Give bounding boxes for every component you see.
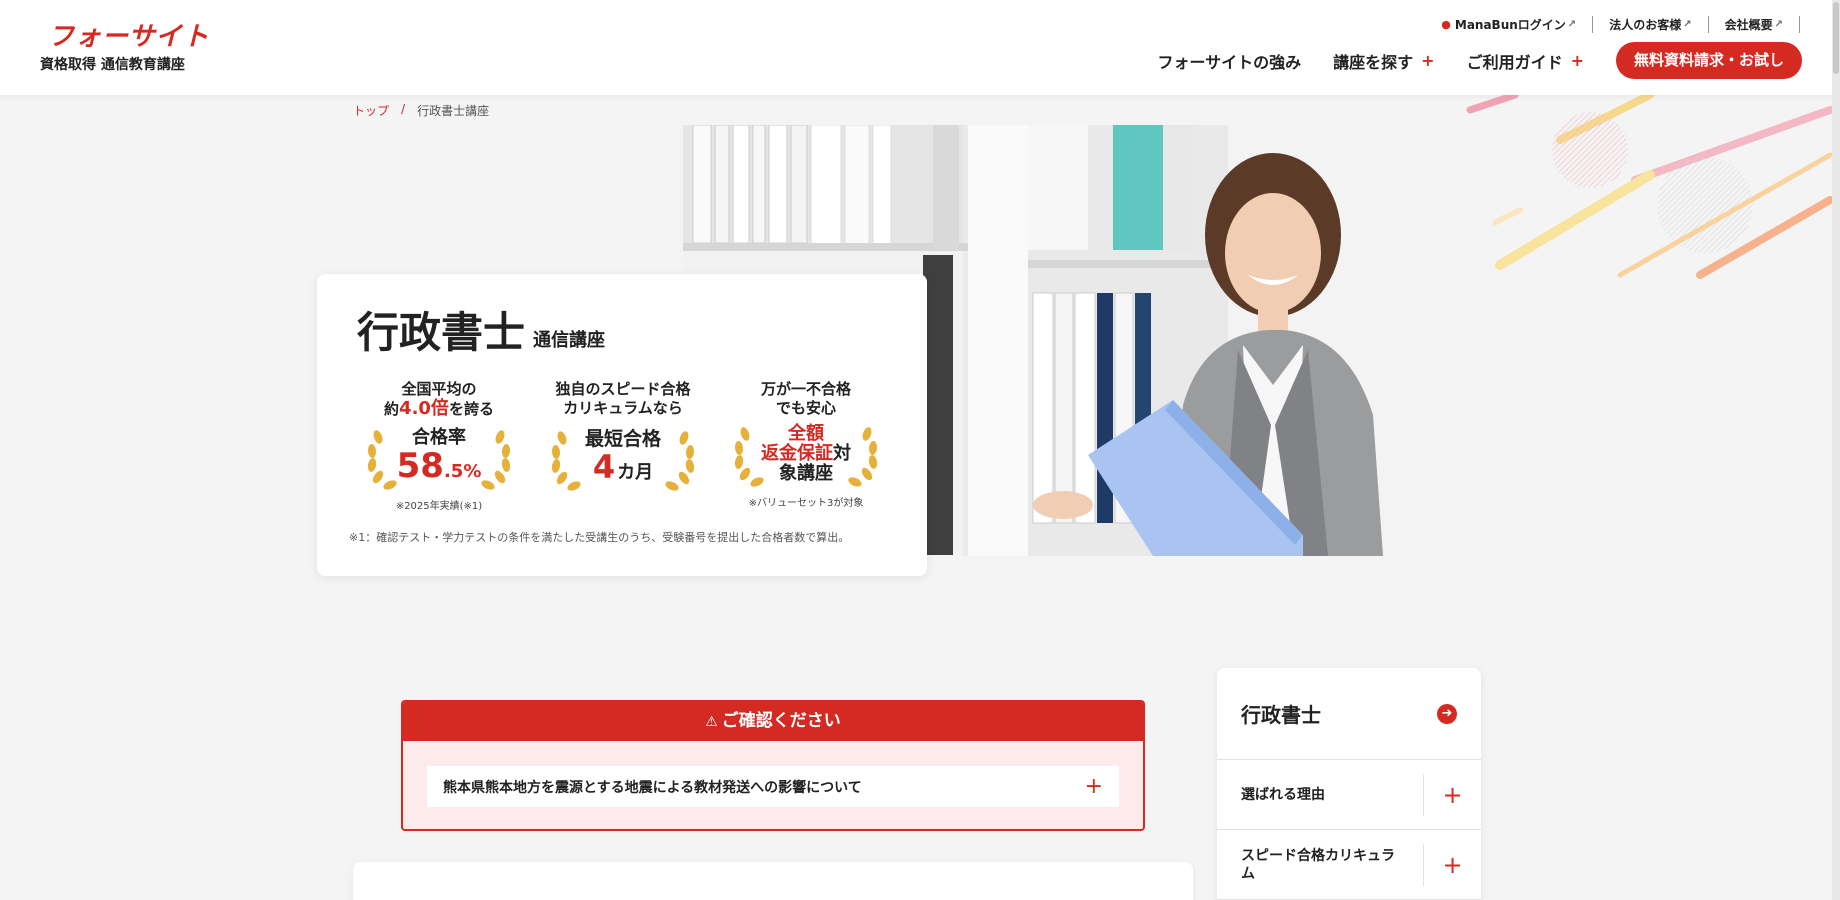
course-title-main: 行政書士: [357, 308, 526, 357]
feature-caption: 独自のスピード合格 カリキュラムなら: [538, 380, 708, 418]
side-nav-item-label: スピード合格カリキュラム: [1241, 847, 1395, 882]
side-nav: 行政書士 ➜ 選ばれる理由 + スピード合格カリキュラム +: [1217, 668, 1481, 900]
side-nav-item-curriculum[interactable]: スピード合格カリキュラム +: [1217, 830, 1481, 900]
nav-strengths-label: フォーサイトの強み: [1157, 52, 1302, 72]
laurel-badge: 全額 返金保証対 象講座: [731, 424, 881, 488]
external-link-icon: ↗: [1683, 19, 1692, 30]
person-icon: ●: [1441, 18, 1451, 31]
site-logo[interactable]: フォーサイト 資格取得 通信教育講座: [40, 22, 209, 74]
feature-shortest-pass: 独自のスピード合格 カリキュラムなら 最短合格 4 カ月: [538, 380, 708, 492]
badge-line-1: 全額: [788, 423, 824, 444]
notice-box: ⚠ ご確認ください 熊本県熊本地方を震源とする地震による教材発送への影響について …: [401, 700, 1145, 831]
notice-title: ご確認ください: [721, 711, 841, 731]
notice-header: ⚠ ご確認ください: [403, 702, 1143, 741]
logo-wordmark: フォーサイト: [48, 22, 210, 52]
course-summary-card: 行政書士 通信講座 全国平均の 約4.0倍を誇る 合格率 58.5% ※2025…: [317, 274, 927, 576]
badge-content: 最短合格 4 カ月: [548, 428, 698, 490]
company-info-label: 会社概要: [1724, 18, 1773, 32]
nav-user-guide-label: ご利用ガイド: [1466, 52, 1563, 72]
plus-icon[interactable]: +: [1423, 774, 1481, 816]
laurel-badge: 合格率 58.5%: [364, 427, 514, 491]
corporate-link[interactable]: 法人のお客様 ↗: [1593, 16, 1709, 33]
main-nav: フォーサイトの強み 講座を探す + ご利用ガイド + 無料資料請求・お試し: [1157, 42, 1802, 79]
caption-line-1: 全国平均の: [401, 380, 477, 398]
logo-tagline: 資格取得 通信教育講座: [40, 57, 185, 73]
plus-icon: +: [1570, 51, 1584, 70]
manabun-login-label: ManaBunログイン: [1454, 18, 1566, 32]
caption-line-1: 独自のスピード合格: [555, 380, 691, 398]
caption-line-2: 約4.0倍を誇る: [384, 398, 494, 419]
corporate-link-label: 法人のお客様: [1609, 18, 1682, 32]
plus-icon: +: [1084, 774, 1103, 799]
side-nav-title[interactable]: 行政書士 ➜: [1217, 668, 1481, 760]
caption-line-1: 万が一不合格: [760, 380, 851, 398]
laurel-badge: 最短合格 4 カ月: [548, 428, 698, 492]
external-link-icon: ↗: [1774, 19, 1783, 30]
site-header: フォーサイト 資格取得 通信教育講座 ● ManaBunログイン ↗ 法人のお客…: [0, 0, 1840, 95]
manabun-login-link[interactable]: ● ManaBunログイン ↗: [1441, 16, 1594, 33]
warning-icon: ⚠: [705, 714, 718, 730]
feature-note: ※2025年実績(※1): [395, 501, 483, 512]
side-nav-item-reasons[interactable]: 選ばれる理由 +: [1217, 760, 1481, 830]
nav-find-course-label: 講座を探す: [1333, 52, 1414, 72]
badge-value: 58.5%: [396, 446, 482, 486]
badge-line-3: 象講座: [779, 463, 833, 484]
nav-find-course[interactable]: 講座を探す +: [1333, 49, 1434, 73]
caption-line-2: でも安心: [775, 399, 836, 417]
course-title-sub: 通信講座: [533, 330, 606, 351]
feature-refund-guarantee: 万が一不合格 でも安心 全額 返金保証対 象講座 ※バリューセット3が対象: [721, 380, 891, 509]
card-footnote: ※1：確認テスト・学力テストの条件を満たした受講生のうち、受験番号を提出した合格…: [349, 531, 850, 544]
course-title: 行政書士 通信講座: [357, 310, 605, 356]
breadcrumb-home-link[interactable]: トップ: [353, 102, 389, 119]
caption-line-2: カリキュラムなら: [563, 399, 683, 417]
breadcrumb-current: 行政書士講座: [417, 104, 490, 118]
arrow-right-circle-icon: ➜: [1437, 703, 1457, 724]
badge-line-2: 返金保証対: [761, 443, 851, 464]
page-scrollbar[interactable]: [1832, 0, 1840, 900]
plus-icon[interactable]: +: [1423, 844, 1481, 886]
badge-content: 合格率 58.5%: [364, 427, 514, 489]
plus-icon: +: [1421, 51, 1435, 70]
notice-accordion-item[interactable]: 熊本県熊本地方を震源とする地震による教材発送への影響について +: [427, 766, 1119, 807]
nav-user-guide[interactable]: ご利用ガイド +: [1467, 49, 1584, 73]
side-nav-item-label: 選ばれる理由: [1241, 786, 1325, 803]
feature-note: ※バリューセット3が対象: [748, 498, 864, 509]
side-nav-title-label: 行政書士: [1241, 703, 1321, 727]
badge-label: 最短合格: [584, 428, 661, 450]
breadcrumb: トップ / 行政書士講座: [353, 102, 489, 119]
external-link-icon: ↗: [1567, 19, 1577, 30]
badge-content: 全額 返金保証対 象講座: [731, 424, 881, 484]
badge-value: 4 カ月: [592, 448, 654, 486]
feature-caption: 全国平均の 約4.0倍を誇る: [354, 380, 524, 419]
decorative-stripes: [1466, 95, 1832, 279]
notice-item-label: 熊本県熊本地方を震源とする地震による教材発送への影響について: [443, 779, 862, 796]
utility-nav: ● ManaBunログイン ↗ 法人のお客様 ↗ 会社概要 ↗: [1441, 16, 1800, 33]
feature-pass-rate: 全国平均の 約4.0倍を誇る 合格率 58.5% ※2025年実績(※1): [354, 380, 524, 512]
scrollbar-thumb[interactable]: [1833, 2, 1839, 74]
company-info-link[interactable]: 会社概要 ↗: [1709, 16, 1800, 33]
free-materials-button[interactable]: 無料資料請求・お試し: [1615, 42, 1802, 79]
nav-strengths[interactable]: フォーサイトの強み: [1157, 49, 1301, 73]
feature-caption: 万が一不合格 でも安心: [721, 380, 891, 418]
breadcrumb-separator: /: [401, 102, 406, 116]
content-card: [353, 862, 1193, 900]
